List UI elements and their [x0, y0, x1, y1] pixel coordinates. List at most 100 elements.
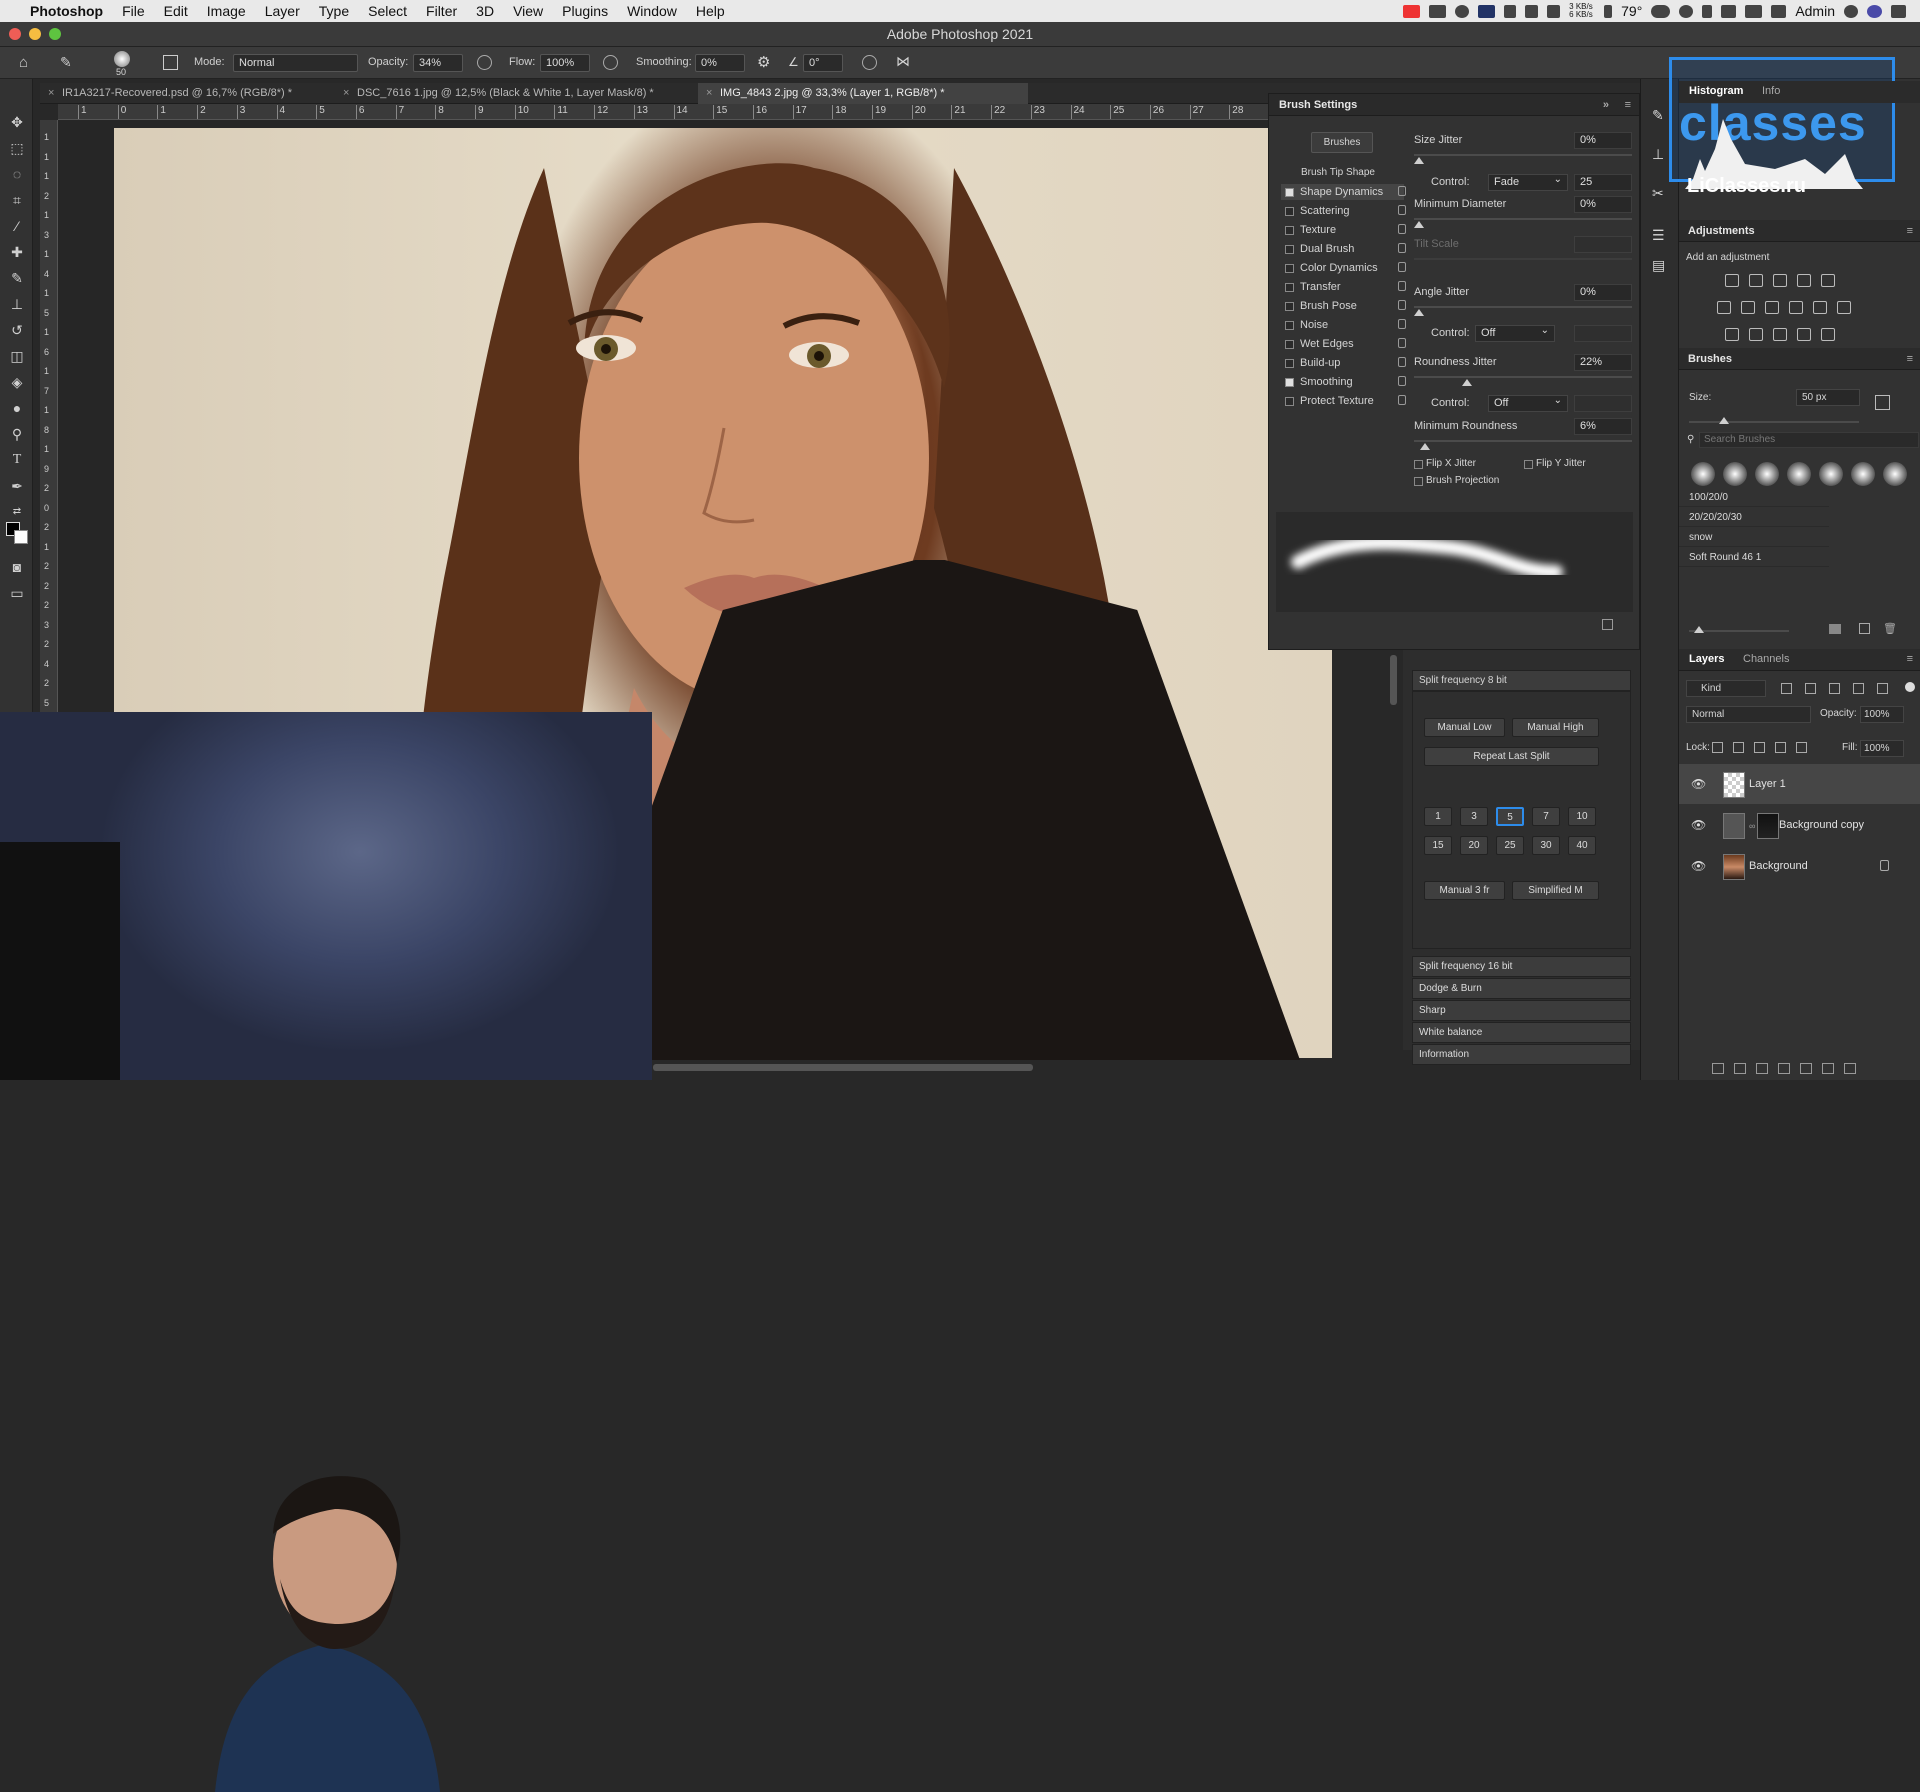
layers-tab[interactable]: Layers — [1689, 653, 1724, 665]
brush-option-dual-brush[interactable]: Dual Brush — [1281, 241, 1406, 257]
folder-icon[interactable] — [1829, 624, 1841, 634]
flow-input[interactable]: 100% — [540, 54, 590, 72]
layer-footer-icon[interactable] — [1712, 1063, 1724, 1074]
live-icon[interactable] — [1403, 4, 1421, 18]
lock-icon[interactable] — [1398, 186, 1406, 196]
swap-colors-icon[interactable]: ⇄ — [9, 505, 25, 519]
angle-jitter-thumb[interactable] — [1414, 309, 1424, 316]
eraser-tool-icon[interactable]: ◫ — [9, 349, 25, 363]
close-window-button[interactable] — [9, 28, 21, 40]
layer-footer-icon[interactable] — [1756, 1063, 1768, 1074]
visibility-eye-icon[interactable]: 👁 — [1691, 846, 1706, 886]
layer-filter-kind[interactable]: Kind — [1686, 680, 1766, 697]
min-diameter-thumb[interactable] — [1414, 221, 1424, 228]
brush-option-smoothing[interactable]: Smoothing — [1281, 374, 1406, 390]
panel-menu-icon[interactable]: ≡ — [1907, 348, 1913, 370]
tools-dock-icon[interactable]: ✂ — [1652, 185, 1664, 202]
action-set-dodge-burn[interactable]: Dodge & Burn — [1412, 978, 1631, 999]
menu-app-name[interactable]: Photoshop — [30, 3, 103, 19]
blend-mode-select[interactable]: Normal — [1686, 706, 1811, 723]
brush-tip-thumbnail[interactable] — [1883, 462, 1907, 486]
adjustment-icon[interactable] — [1725, 274, 1739, 287]
adjustment-icon[interactable] — [1837, 301, 1851, 314]
brush-size-input[interactable]: 50 px — [1796, 389, 1860, 406]
mode-select[interactable]: Normal — [233, 54, 358, 72]
thumb-size-thumb[interactable] — [1694, 626, 1704, 633]
radius-30-button[interactable]: 30 — [1532, 836, 1560, 855]
radius-25-button[interactable]: 25 — [1496, 836, 1524, 855]
brush-option-scattering[interactable]: Scattering — [1281, 203, 1406, 219]
menu-window[interactable]: Window — [627, 3, 677, 19]
size-jitter-thumb[interactable] — [1414, 157, 1424, 164]
angle-jitter-value[interactable]: 0% — [1574, 284, 1632, 301]
brush-preset-item[interactable]: 100/20/0 — [1679, 489, 1829, 507]
trash-icon[interactable]: 🗑 — [1883, 622, 1897, 635]
opacity-input[interactable]: 34% — [413, 54, 463, 72]
move-tool-icon[interactable]: ✥ — [9, 115, 25, 129]
layer-name[interactable]: Background — [1749, 846, 1808, 886]
adjustment-icon[interactable] — [1797, 328, 1811, 341]
airbrush-icon[interactable] — [603, 55, 618, 70]
checkbox[interactable] — [1285, 245, 1294, 254]
brush-option-build-up[interactable]: Build-up — [1281, 355, 1406, 371]
adjustment-icon[interactable] — [1789, 301, 1803, 314]
roundness-jitter-value[interactable]: 22% — [1574, 354, 1632, 371]
close-tab-icon[interactable]: × — [706, 83, 712, 104]
manual-3fr-button[interactable]: Manual 3 fr — [1424, 881, 1505, 900]
lock-icon[interactable] — [1398, 300, 1406, 310]
adjustment-icon[interactable] — [1813, 301, 1827, 314]
bluetooth-icon[interactable] — [1702, 4, 1713, 18]
checkbox[interactable] — [1285, 302, 1294, 311]
smoothing-input[interactable]: 0% — [695, 54, 745, 72]
radius-15-button[interactable]: 15 — [1424, 836, 1452, 855]
marquee-tool-icon[interactable]: ⬚ — [9, 141, 25, 155]
fill-input[interactable]: 100% — [1860, 740, 1904, 757]
close-tab-icon[interactable]: × — [48, 83, 54, 104]
size-jitter-value[interactable]: 0% — [1574, 132, 1632, 149]
brush-tool-icon[interactable]: ✎ — [9, 271, 25, 285]
min-diameter-value[interactable]: 0% — [1574, 196, 1632, 213]
adjustment-icon[interactable] — [1749, 328, 1763, 341]
manual-high-button[interactable]: Manual High — [1512, 718, 1599, 737]
brush-panel-toggle-icon[interactable] — [163, 55, 178, 70]
tab-doc-1[interactable]: × IR1A3217-Recovered.psd @ 16,7% (RGB/8*)… — [40, 83, 330, 104]
new-brush-icon[interactable] — [1602, 619, 1613, 630]
brush-preset-item[interactable]: Soft Round 46 1 — [1679, 549, 1829, 567]
radius-3-button[interactable]: 3 — [1460, 807, 1488, 826]
wifi-icon[interactable] — [1745, 4, 1763, 18]
volume-icon[interactable] — [1771, 4, 1787, 18]
menubar-user[interactable]: Admin — [1795, 3, 1835, 19]
edit-brush-icon[interactable] — [1875, 395, 1890, 410]
lock-option-icon[interactable] — [1712, 742, 1723, 753]
projection-checkbox[interactable] — [1414, 477, 1423, 486]
filter-toggle-icon[interactable] — [1905, 682, 1915, 692]
tab-doc-2[interactable]: × DSC_7616 1.jpg @ 12,5% (Black & White 1… — [335, 83, 695, 104]
control3-select[interactable]: Off — [1488, 393, 1568, 412]
home-icon[interactable]: ⌂ — [19, 54, 28, 71]
brush-tip-thumbnail[interactable] — [1691, 462, 1715, 486]
channels-tab[interactable]: Channels — [1743, 653, 1789, 665]
notification-icon[interactable] — [1891, 4, 1906, 18]
type-tool-icon[interactable]: T — [9, 453, 25, 467]
layer-name[interactable]: Layer 1 — [1749, 764, 1786, 804]
action-set-white-balance[interactable]: White balance — [1412, 1022, 1631, 1043]
brushes-button[interactable]: Brushes — [1311, 132, 1373, 153]
checkbox[interactable] — [1285, 283, 1294, 292]
layer-name[interactable]: Background copy — [1779, 805, 1864, 845]
zoom-window-button[interactable] — [49, 28, 61, 40]
min-roundness-thumb[interactable] — [1420, 443, 1430, 450]
min-diameter-slider[interactable] — [1414, 218, 1632, 220]
adjustment-icon[interactable] — [1773, 328, 1787, 341]
layer-footer-icon[interactable] — [1778, 1063, 1790, 1074]
filter-icon[interactable] — [1829, 683, 1840, 694]
simplified-button[interactable]: Simplified M — [1512, 881, 1599, 900]
lock-icon[interactable] — [1398, 376, 1406, 386]
brush-tip-shape[interactable]: Brush Tip Shape — [1301, 167, 1375, 178]
background-color-swatch[interactable] — [14, 530, 28, 544]
layer-footer-icon[interactable] — [1844, 1063, 1856, 1074]
brush-dock-icon[interactable]: ⊥ — [1652, 146, 1664, 163]
filter-icon[interactable] — [1853, 683, 1864, 694]
minimize-window-button[interactable] — [29, 28, 41, 40]
control2-select[interactable]: Off — [1475, 323, 1555, 342]
brush-option-wet-edges[interactable]: Wet Edges — [1281, 336, 1406, 352]
